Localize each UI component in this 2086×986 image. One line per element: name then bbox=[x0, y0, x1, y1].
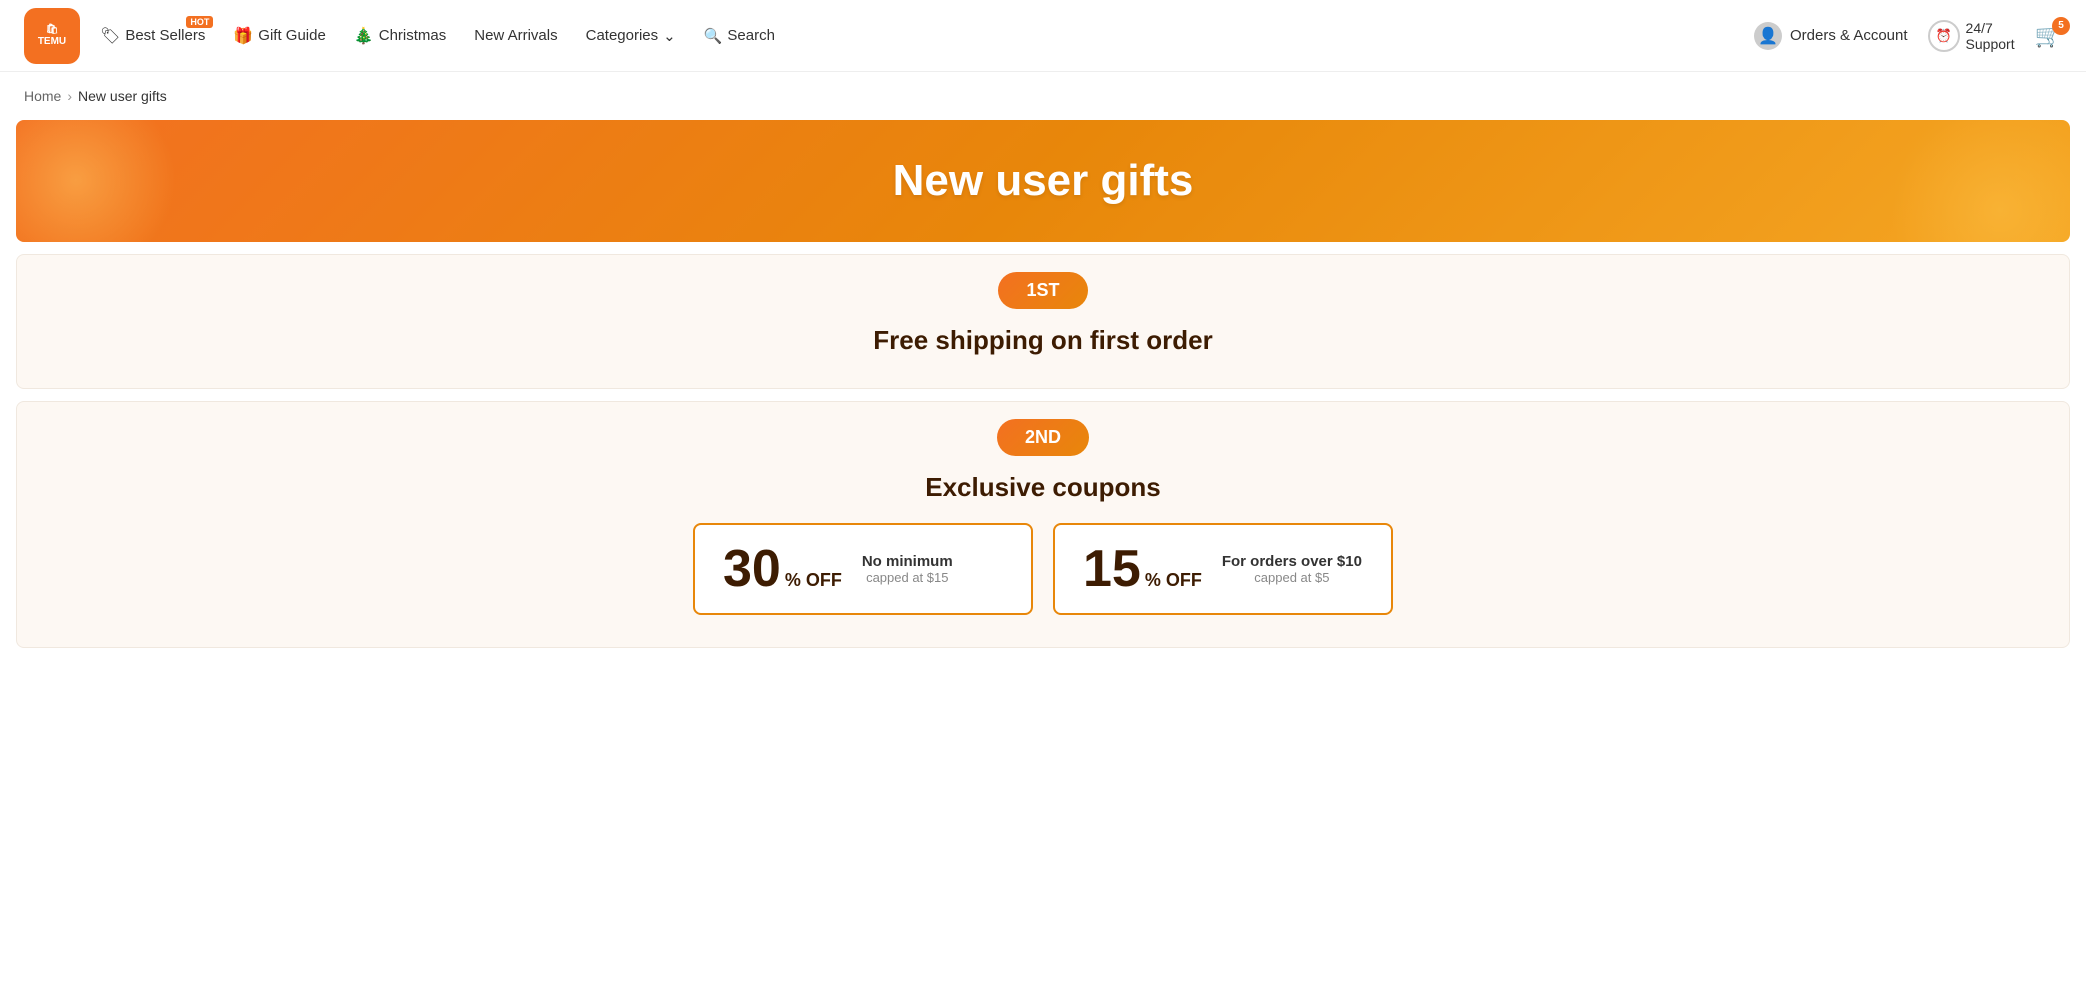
support-circle-icon: ⏰ bbox=[1928, 20, 1960, 52]
temu-logo[interactable]: 🛍 TEMU bbox=[24, 8, 80, 64]
chevron-down-icon: ⌄ bbox=[663, 27, 676, 45]
breadcrumb: Home › New user gifts bbox=[0, 72, 2086, 120]
nav-label-best-sellers: Best Sellers bbox=[125, 27, 205, 44]
best-sellers-icon: 🏷 bbox=[100, 26, 120, 46]
second-order-title: Exclusive coupons bbox=[41, 472, 2045, 503]
coupon-card-30: 30 % OFF No minimum capped at $15 bbox=[693, 523, 1033, 615]
user-avatar-icon: 👤 bbox=[1754, 22, 1782, 50]
search-label: Search bbox=[727, 27, 775, 44]
coupon-15-discount: 15 bbox=[1083, 543, 1141, 595]
coupon-15-main-text: For orders over $10 bbox=[1222, 553, 1362, 570]
orders-account-label: Orders & Account bbox=[1790, 27, 1908, 44]
new-user-gifts-banner: New user gifts bbox=[16, 120, 2070, 242]
breadcrumb-current: New user gifts bbox=[78, 88, 167, 104]
nav-label-gift-guide: Gift Guide bbox=[258, 27, 326, 44]
banner-title: New user gifts bbox=[40, 156, 2046, 206]
content: 1ST Free shipping on first order 2ND Exc… bbox=[16, 254, 2070, 648]
first-order-title: Free shipping on first order bbox=[41, 325, 2045, 356]
breadcrumb-separator: › bbox=[67, 88, 72, 104]
logo-text: 🛍 TEMU bbox=[38, 24, 66, 48]
nav-label-new-arrivals: New Arrivals bbox=[474, 27, 557, 44]
nav-item-categories[interactable]: Categories ⌄ bbox=[574, 21, 688, 51]
nav-label-christmas: Christmas bbox=[379, 27, 447, 44]
coupons-container: 30 % OFF No minimum capped at $15 15 % O… bbox=[41, 523, 2045, 615]
coupon-15-details: For orders over $10 capped at $5 bbox=[1222, 553, 1362, 585]
coupon-15-sub-text: capped at $5 bbox=[1222, 570, 1362, 585]
coupon-30-off: % OFF bbox=[785, 570, 842, 591]
nav-label-categories: Categories bbox=[586, 27, 659, 44]
nav-item-new-arrivals[interactable]: New Arrivals bbox=[462, 21, 569, 50]
nav-item-best-sellers[interactable]: 🏷 Best Sellers HOT bbox=[88, 20, 217, 52]
hot-badge: HOT bbox=[186, 16, 213, 28]
coupon-card-15: 15 % OFF For orders over $10 capped at $… bbox=[1053, 523, 1393, 615]
christmas-icon: 🎄 bbox=[354, 26, 374, 46]
support-button[interactable]: ⏰ 24/7 Support bbox=[1928, 20, 2015, 52]
support-label: 24/7 Support bbox=[1966, 20, 2015, 52]
second-order-card: 2ND Exclusive coupons 30 % OFF No minimu… bbox=[16, 401, 2070, 648]
first-order-badge: 1ST bbox=[998, 272, 1087, 309]
cart-button[interactable]: 🛒 5 bbox=[2035, 23, 2062, 49]
coupon-30-discount: 30 bbox=[723, 543, 781, 595]
nav-item-gift-guide[interactable]: 🎁 Gift Guide bbox=[221, 20, 337, 52]
gift-guide-icon: 🎁 bbox=[233, 26, 253, 46]
orders-account-button[interactable]: 👤 Orders & Account bbox=[1754, 22, 1908, 50]
coupon-30-sub-text: capped at $15 bbox=[862, 570, 953, 585]
main-nav: 🏷 Best Sellers HOT 🎁 Gift Guide 🎄 Christ… bbox=[88, 20, 1746, 52]
search-icon: 🔍 bbox=[704, 27, 723, 45]
nav-item-christmas[interactable]: 🎄 Christmas bbox=[342, 20, 458, 52]
coupon-30-main-text: No minimum bbox=[862, 553, 953, 570]
second-order-badge: 2ND bbox=[997, 419, 1089, 456]
coupon-15-off: % OFF bbox=[1145, 570, 1202, 591]
header-right: 👤 Orders & Account ⏰ 24/7 Support 🛒 5 bbox=[1754, 20, 2062, 52]
first-order-card: 1ST Free shipping on first order bbox=[16, 254, 2070, 389]
search-button[interactable]: 🔍 Search bbox=[692, 21, 787, 51]
header: 🛍 TEMU 🏷 Best Sellers HOT 🎁 Gift Guide 🎄… bbox=[0, 0, 2086, 72]
cart-count-badge: 5 bbox=[2052, 17, 2070, 35]
breadcrumb-home[interactable]: Home bbox=[24, 88, 61, 104]
coupon-30-details: No minimum capped at $15 bbox=[862, 553, 953, 585]
